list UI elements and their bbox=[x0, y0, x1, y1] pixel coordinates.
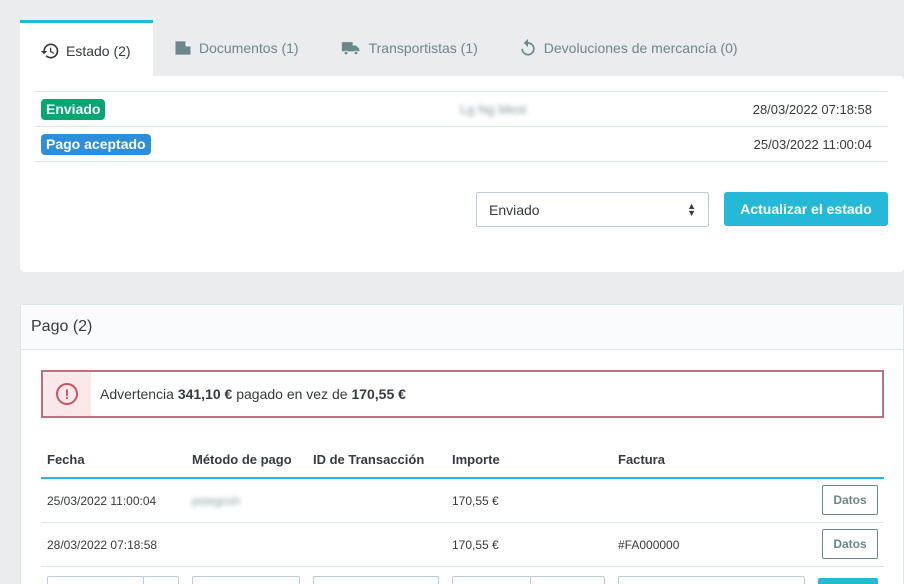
status-history-row: Pago aceptado 25/03/2022 11:00:04 bbox=[35, 127, 888, 162]
status-tab-content: Enviado Lg Ng Mest 28/03/2022 07:18:58 P… bbox=[20, 76, 904, 272]
payment-date: 25/03/2022 11:00:04 bbox=[47, 494, 157, 508]
column-header-invoice: Factura bbox=[618, 452, 665, 467]
tab-carriers[interactable]: Transportistas (1) bbox=[319, 20, 498, 76]
alert-icon-container: ! bbox=[43, 372, 91, 416]
table-header: Fecha Método de pago ID de Transacción I… bbox=[41, 439, 884, 479]
employee-name: Lg Ng Mest bbox=[460, 102, 527, 117]
add-payment-row bbox=[41, 571, 884, 584]
alert-expected-amount: 170,55 € bbox=[351, 386, 406, 402]
payment-warning-alert: ! Advertencia 341,10 € pagado en vez de … bbox=[41, 370, 884, 418]
alert-message: Advertencia 341,10 € pagado en vez de 17… bbox=[91, 386, 406, 402]
payment-amount: 170,55 € bbox=[452, 494, 499, 508]
payment-amount: 170,55 € bbox=[452, 538, 499, 552]
order-status-panel: Estado (2) Documentos (1) Transportistas… bbox=[20, 20, 904, 272]
column-header-date: Fecha bbox=[47, 452, 85, 467]
status-date: 25/03/2022 11:00:04 bbox=[753, 137, 872, 152]
payment-date: 28/03/2022 07:18:58 bbox=[47, 538, 158, 552]
warning-icon: ! bbox=[56, 383, 78, 405]
status-badge: Pago aceptado bbox=[41, 134, 151, 155]
tab-documents-label: Documentos (1) bbox=[199, 40, 299, 56]
alert-paid-amount: 341,10 € bbox=[177, 386, 233, 402]
tab-returns[interactable]: Devoluciones de mercancía (0) bbox=[498, 20, 758, 76]
new-payment-method-input[interactable] bbox=[192, 576, 300, 584]
history-icon bbox=[40, 42, 59, 58]
add-payment-button[interactable] bbox=[818, 578, 878, 584]
new-payment-amount-input[interactable] bbox=[452, 576, 532, 584]
payment-method: pstegcsh bbox=[192, 494, 241, 508]
tab-status[interactable]: Estado (2) bbox=[20, 20, 153, 76]
truck-icon bbox=[341, 42, 359, 56]
column-header-transaction: ID de Transacción bbox=[313, 452, 425, 467]
new-payment-currency-select[interactable] bbox=[530, 576, 605, 584]
new-payment-invoice-select[interactable] bbox=[618, 576, 805, 584]
calendar-button[interactable] bbox=[143, 576, 179, 584]
document-icon bbox=[175, 41, 191, 55]
return-icon bbox=[521, 38, 535, 56]
tab-status-label: Estado (2) bbox=[66, 42, 131, 59]
payment-details-button[interactable]: Datos bbox=[822, 529, 878, 559]
status-badge: Enviado bbox=[41, 99, 106, 120]
table-row: 25/03/2022 11:00:04 pstegcsh 170,55 € Da… bbox=[41, 479, 884, 523]
new-transaction-id-input[interactable] bbox=[313, 576, 439, 584]
payment-panel-title: Pago (2) bbox=[21, 305, 903, 350]
tab-documents[interactable]: Documentos (1) bbox=[153, 20, 319, 76]
order-status-select[interactable]: Enviado ▲ ▼ bbox=[476, 192, 709, 227]
alert-middle-text: pagado en vez de bbox=[236, 386, 348, 402]
column-header-amount: Importe bbox=[452, 452, 500, 467]
status-date: 28/03/2022 07:18:58 bbox=[752, 102, 872, 117]
payment-invoice: #FA000000 bbox=[618, 538, 680, 552]
sort-arrows-icon: ▲ ▼ bbox=[687, 200, 696, 218]
table-row: 28/03/2022 07:18:58 170,55 € #FA000000 D… bbox=[41, 523, 884, 567]
new-payment-date-input[interactable] bbox=[47, 576, 144, 584]
update-status-button[interactable]: Actualizar el estado bbox=[724, 192, 888, 226]
order-status-select-value: Enviado bbox=[489, 201, 540, 218]
status-history-row: Enviado Lg Ng Mest 28/03/2022 07:18:58 bbox=[35, 92, 888, 127]
status-tabs: Estado (2) Documentos (1) Transportistas… bbox=[20, 20, 758, 76]
payments-table: Fecha Método de pago ID de Transacción I… bbox=[41, 439, 884, 584]
status-history-table: Enviado Lg Ng Mest 28/03/2022 07:18:58 P… bbox=[35, 91, 888, 162]
alert-prefix: Advertencia bbox=[100, 386, 174, 402]
payment-panel: Pago (2) ! Advertencia 341,10 € pagado e… bbox=[20, 304, 904, 584]
payment-details-button[interactable]: Datos bbox=[822, 485, 878, 515]
tab-returns-label: Devoluciones de mercancía (0) bbox=[543, 40, 738, 56]
column-header-method: Método de pago bbox=[192, 452, 292, 467]
tab-carriers-label: Transportistas (1) bbox=[368, 40, 478, 56]
